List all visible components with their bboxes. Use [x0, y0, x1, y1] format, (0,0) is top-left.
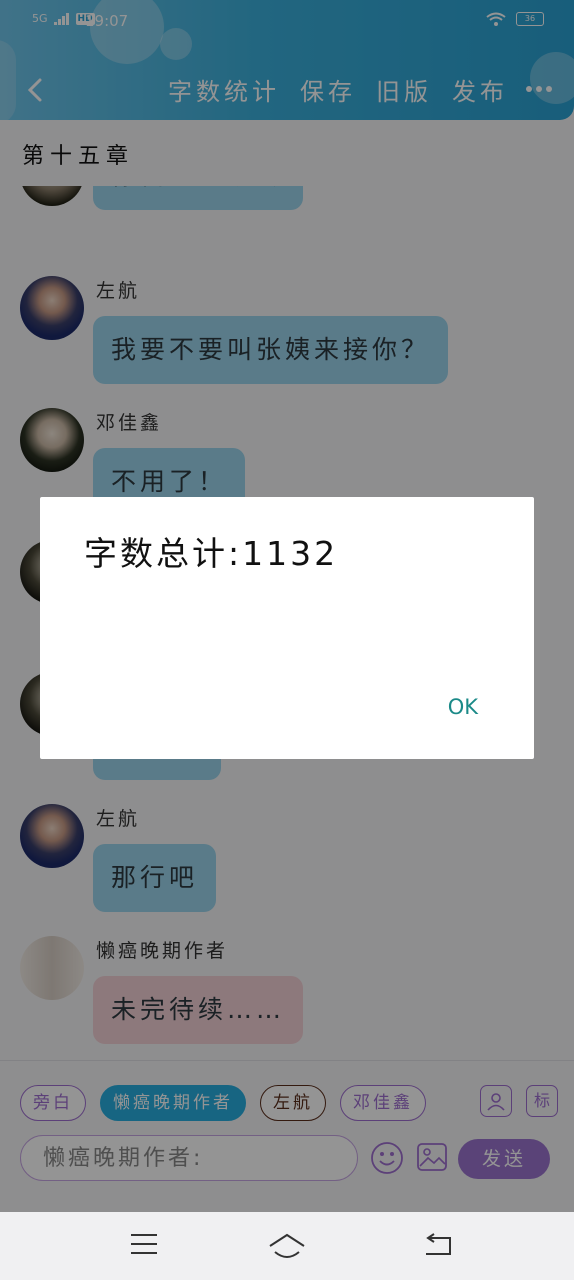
home-icon[interactable]: [268, 1232, 306, 1260]
ok-button[interactable]: OK: [448, 695, 478, 719]
back-nav-icon[interactable]: [422, 1232, 452, 1258]
dialog-message: 字数总计:1132: [84, 534, 339, 573]
menu-icon[interactable]: [130, 1232, 158, 1256]
system-nav-bar: [0, 1212, 574, 1280]
word-count-dialog: 字数总计:1132 OK: [40, 497, 534, 759]
